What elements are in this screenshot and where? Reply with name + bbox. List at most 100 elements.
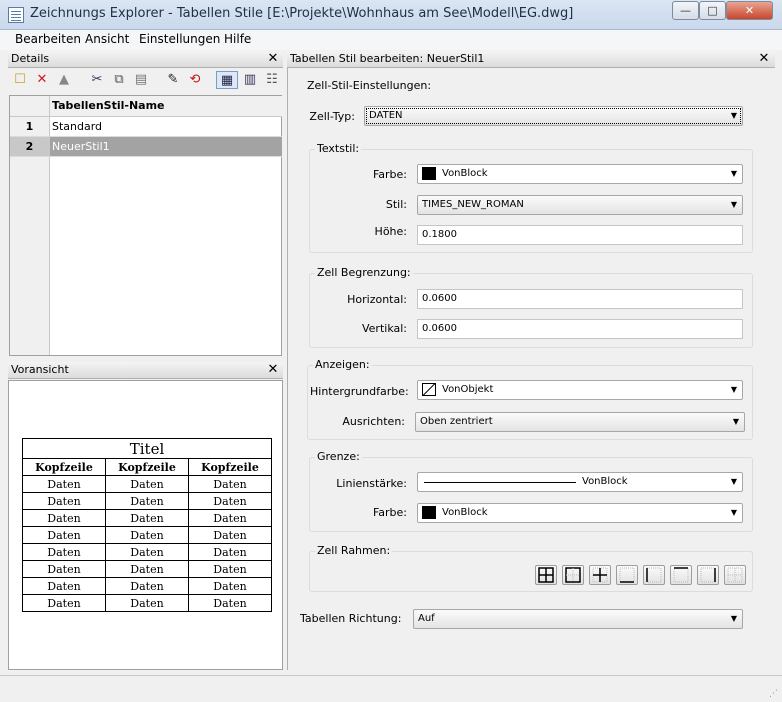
style-name-cell[interactable]: NeuerStil1 <box>50 137 282 157</box>
lineweight-sample-icon <box>424 482 576 483</box>
preview-header-cell: Kopfzeile <box>22 458 106 476</box>
grenze-farbe-label: Farbe: <box>372 506 407 519</box>
menu-hilfe[interactable]: Hilfe <box>224 32 251 46</box>
color-swatch <box>422 505 436 519</box>
paste-icon[interactable]: ▤ <box>132 71 150 89</box>
no-border-icon[interactable] <box>724 565 746 585</box>
preview-close-icon[interactable]: ✕ <box>266 363 280 377</box>
grid-view-icon[interactable]: ▦ <box>216 71 238 89</box>
details-toolbar: ☐ ✕ ▲ ✂ ⧉ ▤ ✎ ⟲ ▦ ▥ ☷ <box>8 68 283 92</box>
delete-icon[interactable]: ✕ <box>33 71 51 89</box>
zell-typ-select[interactable]: DATEN ▼ <box>364 106 743 126</box>
preview-data-cell: Daten <box>105 475 189 493</box>
zell-stil-label: Zell-Stil-Einstellungen: <box>307 79 432 92</box>
stil-value: TIMES_NEW_ROMAN <box>422 199 524 210</box>
preview-header-cell: Kopfzeile <box>188 458 272 476</box>
hoehe-label: Höhe: <box>374 225 407 238</box>
preview-data-row: Daten Daten Daten <box>22 526 272 544</box>
chevron-down-icon: ▼ <box>730 477 737 486</box>
vertikal-label: Vertikal: <box>361 322 407 335</box>
hintergrund-value: VonObjekt <box>442 384 494 395</box>
linienstaerke-value: VonBlock <box>582 476 628 487</box>
ausrichten-select[interactable]: Oben zentriert ▼ <box>415 412 745 432</box>
title-bar: Zeichnungs Explorer - Tabellen Stile [E:… <box>0 0 782 30</box>
right-border-icon[interactable] <box>697 565 719 585</box>
preview-data-cell: Daten <box>105 526 189 544</box>
details-title: Details <box>11 52 50 65</box>
stil-select[interactable]: TIMES_NEW_ROMAN ▼ <box>417 195 743 215</box>
stil-label: Stil: <box>385 198 407 211</box>
tree-view-icon[interactable]: ☷ <box>263 71 281 89</box>
column-header-name[interactable]: TabellenStil-Name <box>50 96 282 117</box>
hoehe-input[interactable]: 0.1800 <box>417 225 743 245</box>
color-swatch <box>422 166 436 180</box>
preview-data-cell: Daten <box>105 509 189 527</box>
preview-data-cell: Daten <box>188 526 272 544</box>
preview-table: Titel Kopfzeile Kopfzeile Kopfzeile Date… <box>22 438 272 612</box>
chevron-down-icon: ▼ <box>730 614 737 623</box>
preview-data-row: Daten Daten Daten <box>22 475 272 493</box>
preview-data-row: Daten Daten Daten <box>22 543 272 561</box>
menu-bearbeiten[interactable]: Bearbeiten <box>15 32 81 46</box>
top-border-icon[interactable] <box>670 565 692 585</box>
grenze-farbe-value: VonBlock <box>442 507 488 518</box>
edit-icon[interactable]: ✎ <box>164 71 182 89</box>
new-icon[interactable]: ☐ <box>11 71 29 89</box>
grenze-farbe-select[interactable]: VonBlock ▼ <box>417 503 743 523</box>
menu-einstellungen[interactable]: Einstellungen <box>139 32 220 46</box>
preview-data-cell: Daten <box>188 492 272 510</box>
left-border-icon[interactable] <box>643 565 665 585</box>
purge-icon[interactable]: ▲ <box>55 71 73 89</box>
richtung-select[interactable]: Auf ▼ <box>413 609 743 629</box>
preview-data-cell: Daten <box>188 509 272 527</box>
outside-border-icon[interactable] <box>562 565 584 585</box>
preview-data-cell: Daten <box>105 594 189 612</box>
resize-grip-icon[interactable]: ⋰ <box>769 689 778 699</box>
preview-data-cell: Daten <box>188 560 272 578</box>
maximize-button[interactable]: □ <box>699 1 726 20</box>
preview-title-cell: Titel <box>22 438 272 459</box>
app-icon <box>8 7 24 23</box>
chevron-down-icon: ▼ <box>730 111 737 120</box>
preview-data-cell: Daten <box>22 543 106 561</box>
begrenzung-label: Zell Begrenzung: <box>315 266 413 279</box>
close-window-button[interactable]: ✕ <box>726 1 773 20</box>
preview-data-cell: Daten <box>188 475 272 493</box>
preview-data-cell: Daten <box>22 577 106 595</box>
text-farbe-label: Farbe: <box>372 168 407 181</box>
chevron-down-icon: ▼ <box>730 508 737 517</box>
preview-data-cell: Daten <box>105 560 189 578</box>
details-close-icon[interactable]: ✕ <box>266 52 280 66</box>
style-name-cell[interactable]: Standard <box>50 117 282 137</box>
textstil-label: Textstil: <box>315 142 362 155</box>
preview-data-cell: Daten <box>105 577 189 595</box>
details-panel-header: Details <box>8 51 283 68</box>
vertikal-input[interactable]: 0.0600 <box>417 319 743 339</box>
inside-border-icon[interactable] <box>589 565 611 585</box>
editor-close-icon[interactable]: ✕ <box>757 52 771 66</box>
list-view-icon[interactable]: ▥ <box>241 71 259 89</box>
linienstaerke-select[interactable]: VonBlock ▼ <box>417 472 743 492</box>
hintergrund-select[interactable]: VonObjekt ▼ <box>417 380 743 400</box>
copy-icon[interactable]: ⧉ <box>110 71 128 89</box>
rename-icon[interactable]: ⟲ <box>186 71 204 89</box>
all-borders-icon[interactable] <box>535 565 557 585</box>
row-header-area <box>10 157 50 355</box>
preview-data-row: Daten Daten Daten <box>22 560 272 578</box>
preview-data-row: Daten Daten Daten <box>22 577 272 595</box>
menu-ansicht[interactable]: Ansicht <box>85 32 129 46</box>
preview-data-cell: Daten <box>22 594 106 612</box>
text-farbe-select[interactable]: VonBlock ▼ <box>417 164 743 184</box>
preview-data-cell: Daten <box>22 475 106 493</box>
grenze-label: Grenze: <box>315 450 362 463</box>
richtung-label: Tabellen Richtung: <box>300 612 402 625</box>
bottom-border-icon[interactable] <box>616 565 638 585</box>
preview-title: Voransicht <box>11 363 69 376</box>
minimize-button[interactable]: — <box>672 1 699 20</box>
window-title: Zeichnungs Explorer - Tabellen Stile [E:… <box>30 6 574 21</box>
transparent-swatch-icon <box>422 382 436 396</box>
linienstaerke-label: Linienstärke: <box>336 477 407 490</box>
horizontal-input[interactable]: 0.0600 <box>417 289 743 309</box>
cut-icon[interactable]: ✂ <box>88 71 106 89</box>
zell-typ-value: DATEN <box>369 110 403 121</box>
